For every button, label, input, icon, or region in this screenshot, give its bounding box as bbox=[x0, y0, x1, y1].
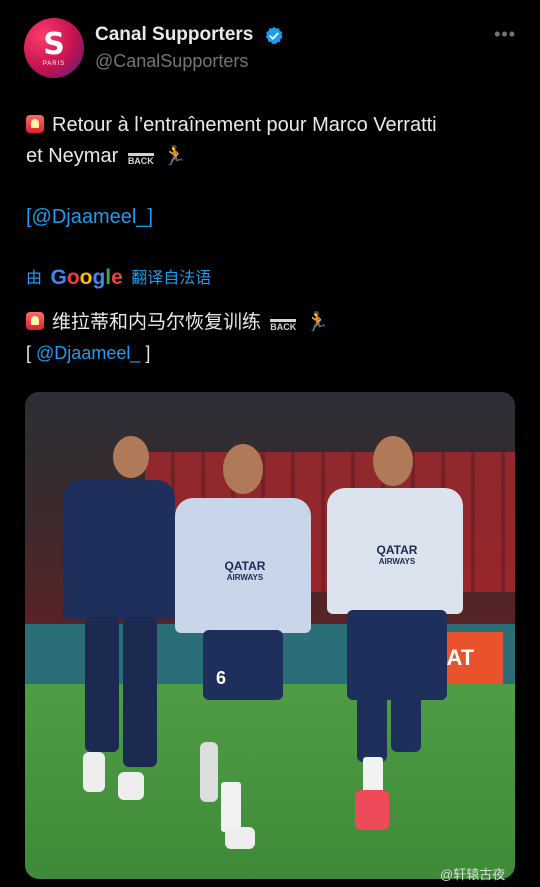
back-arrow-emoji-icon: BACK bbox=[127, 153, 154, 166]
back-arrow-emoji-icon: BACK bbox=[270, 319, 297, 332]
bracket-open: [ bbox=[26, 343, 32, 363]
translated-by-google[interactable]: 由 Google 翻译自法语 bbox=[26, 264, 211, 290]
translated-mention-line: [ @Djaameel_ ] bbox=[26, 343, 150, 364]
translated-mention-link[interactable]: @Djaameel_ bbox=[36, 343, 140, 363]
center-shirt-sponsor: QATAR AIRWAYS bbox=[224, 559, 266, 582]
translated-text-line-1: 维拉蒂和内马尔恢复训练 BACK 🏃 bbox=[26, 307, 329, 334]
google-logo-icon: Google bbox=[50, 266, 123, 289]
watermark: @轩辕古夜 bbox=[440, 867, 506, 882]
translated-line-1-text: 维拉蒂和内马尔恢复训练 bbox=[52, 312, 262, 333]
tweet-text-line-1: Retour à l’entraînement pour Marco Verra… bbox=[26, 114, 437, 137]
shirt-number: 6 bbox=[215, 668, 226, 688]
siren-emoji-icon bbox=[26, 312, 44, 330]
tweet-photo[interactable]: EAT QATAR AIRWAYS 6 QATAR AIRWAYS bbox=[25, 392, 515, 879]
tweet-mention-link[interactable]: [@Djaameel_] bbox=[26, 206, 153, 229]
verified-badge-icon bbox=[265, 26, 283, 45]
tweet-header: S PARIS Canal Supporters @CanalSupporter… bbox=[24, 16, 520, 80]
tweet-line-1-text: Retour à l’entraînement pour Marco Verra… bbox=[52, 114, 437, 136]
tweet-line-2-text: et Neymar bbox=[26, 145, 119, 167]
translation-suffix: 翻译自法语 bbox=[131, 270, 212, 287]
translation-prefix: 由 bbox=[26, 270, 43, 287]
siren-emoji-icon bbox=[26, 115, 44, 133]
account-handle[interactable]: @CanalSupporters bbox=[95, 51, 248, 72]
bracket-close: ] bbox=[145, 343, 151, 363]
more-options-icon[interactable]: ••• bbox=[494, 24, 516, 45]
right-shirt-sponsor: QATAR AIRWAYS bbox=[376, 543, 418, 566]
runner-emoji-icon: 🏃 bbox=[163, 146, 188, 167]
avatar-sub: PARIS bbox=[42, 60, 66, 67]
avatar[interactable]: S PARIS bbox=[24, 18, 84, 78]
runner-emoji-icon: 🏃 bbox=[305, 312, 330, 333]
tweet-text-line-2: et Neymar BACK 🏃 bbox=[26, 144, 187, 168]
account-name[interactable]: Canal Supporters bbox=[95, 24, 253, 46]
avatar-logo: S bbox=[43, 26, 65, 62]
